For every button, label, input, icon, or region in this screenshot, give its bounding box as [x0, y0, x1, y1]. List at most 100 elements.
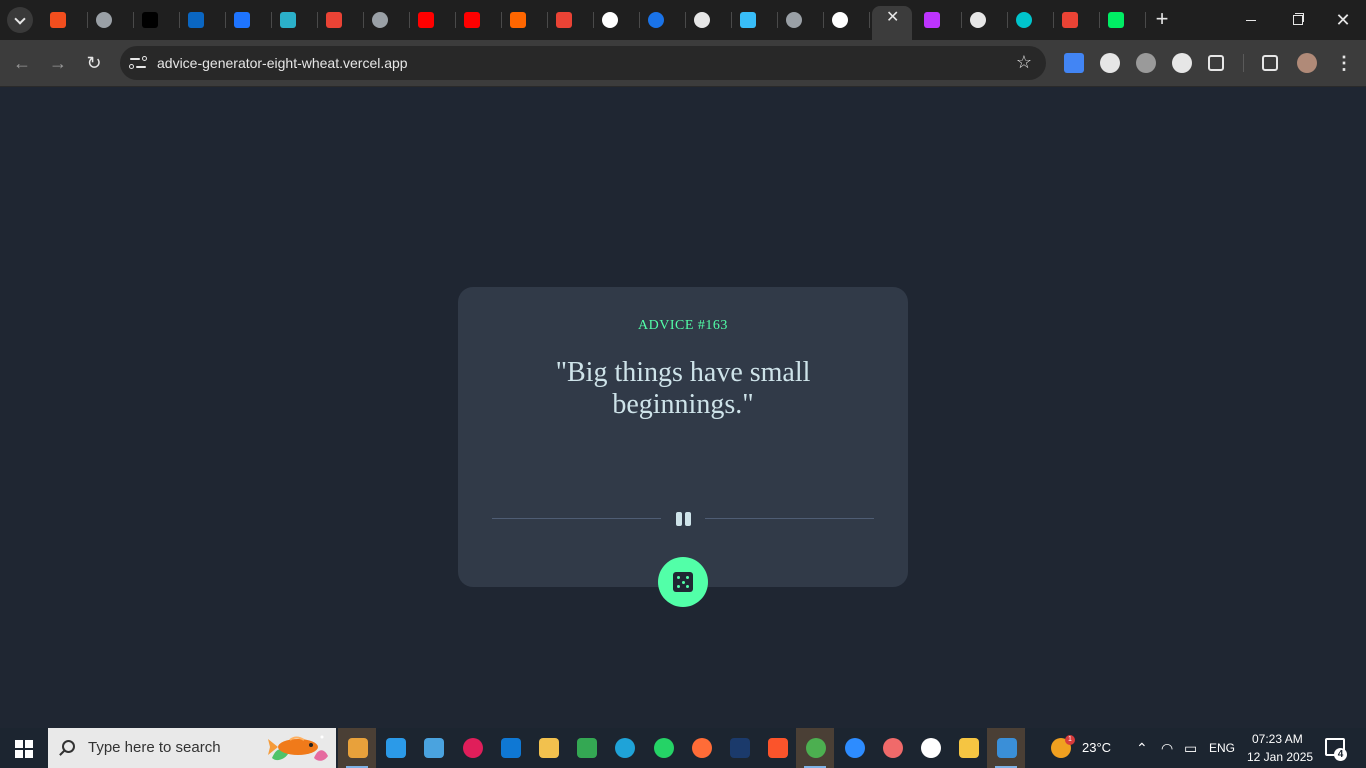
advice-card: ADVICE #163 "Big things have small begin… — [458, 287, 908, 607]
wifi-icon[interactable]: ◠ — [1161, 740, 1173, 756]
tab-close-icon[interactable]: ✕ — [886, 10, 899, 26]
new-tab-button[interactable]: + — [1152, 8, 1172, 32]
taskbar-app[interactable] — [835, 728, 873, 768]
gmail-icon — [326, 12, 342, 28]
taskbar-app[interactable] — [873, 728, 911, 768]
restore-button[interactable] — [1274, 8, 1320, 32]
tailwind-icon — [740, 12, 756, 28]
browser-tab[interactable] — [824, 8, 870, 32]
download-icon[interactable] — [1262, 55, 1278, 71]
ghost-icon[interactable] — [1100, 53, 1120, 73]
browser-tab[interactable] — [42, 8, 88, 32]
hub-icon — [921, 738, 941, 758]
taskbar-app[interactable] — [682, 728, 720, 768]
language-indicator[interactable]: ENG — [1209, 741, 1235, 755]
browser-tab[interactable] — [1008, 8, 1054, 32]
browser-tab[interactable] — [732, 8, 778, 32]
taskbar-app[interactable] — [491, 728, 529, 768]
taskbar-search[interactable]: Type here to search — [48, 728, 336, 768]
browser-menu-icon[interactable]: ⋮ — [1334, 51, 1354, 75]
minimize-button[interactable] — [1228, 8, 1274, 32]
browser-tab[interactable] — [962, 8, 1008, 32]
browser-tab[interactable] — [456, 8, 502, 32]
vitest-icon — [280, 12, 296, 28]
vite-icon — [924, 12, 940, 28]
site-info-icon[interactable] — [128, 53, 148, 73]
google-docs-icon[interactable] — [1064, 53, 1084, 73]
taskbar-app[interactable] — [338, 728, 376, 768]
browser-tab[interactable] — [272, 8, 318, 32]
browser-tab[interactable] — [686, 8, 732, 32]
browser-tab[interactable] — [1054, 8, 1100, 32]
upwork-icon — [142, 12, 158, 28]
browser-tab[interactable] — [226, 8, 272, 32]
openai-icon — [694, 12, 710, 28]
browser-tab[interactable] — [502, 8, 548, 32]
taskbar-app[interactable] — [376, 728, 414, 768]
browser-tab[interactable] — [88, 8, 134, 32]
linkedin-icon — [188, 12, 204, 28]
notification-count: 4 — [1334, 748, 1347, 761]
chevron-up-icon[interactable]: ⌃ — [1136, 740, 1148, 756]
taskbar-app[interactable] — [911, 728, 949, 768]
brave-icon — [768, 738, 789, 758]
taskbar-app[interactable] — [796, 728, 835, 768]
git-icon — [539, 738, 559, 758]
browser-tab[interactable] — [410, 8, 456, 32]
taskbar-app[interactable] — [949, 728, 987, 768]
taskbar-app[interactable] — [758, 728, 796, 768]
browser-tab[interactable] — [594, 8, 640, 32]
toolbar-divider — [1243, 54, 1244, 72]
browser-tab[interactable] — [640, 8, 686, 32]
globe-icon — [970, 12, 986, 28]
browser-tab[interactable] — [548, 8, 594, 32]
outlook-icon — [500, 738, 521, 758]
youtube-icon — [418, 12, 434, 28]
ink-icon[interactable] — [1136, 53, 1156, 73]
globe-icon — [96, 12, 112, 28]
battery-icon[interactable]: ▭ — [1184, 740, 1197, 756]
profile-avatar[interactable] — [1297, 53, 1317, 73]
browser-tab[interactable] — [364, 8, 410, 32]
taskbar-app[interactable] — [720, 728, 758, 768]
taskbar-app[interactable] — [605, 728, 643, 768]
start-button[interactable] — [0, 728, 48, 768]
asana-icon — [882, 738, 903, 758]
info-icon — [602, 12, 618, 28]
weather-temperature[interactable]: 23°C — [1082, 741, 1111, 755]
browser-tab[interactable] — [1100, 8, 1146, 32]
browser-tab-strip: ✕ + ✕ — [0, 0, 1366, 40]
puzzle-icon[interactable] — [1208, 55, 1224, 71]
grammarly-icon[interactable] — [1172, 53, 1192, 73]
taskbar-app[interactable] — [567, 728, 605, 768]
browser-tab[interactable] — [318, 8, 364, 32]
bookmark-star-icon[interactable]: ☆ — [1016, 52, 1032, 72]
browser-tab[interactable] — [134, 8, 180, 32]
advice-quote: "Big things have small beginnings." — [555, 357, 811, 420]
clock-date[interactable]: 12 Jan 2025 — [1247, 750, 1313, 764]
address-bar[interactable]: advice-generator-eight-wheat.vercel.app … — [120, 46, 1046, 80]
globe-icon — [786, 12, 802, 28]
browser-tab[interactable] — [778, 8, 824, 32]
back-button[interactable]: ← — [9, 50, 35, 76]
copilot-icon — [348, 738, 368, 758]
close-window-button[interactable]: ✕ — [1320, 8, 1366, 32]
taskbar-app[interactable] — [987, 728, 1026, 768]
tab-active[interactable]: ✕ — [872, 6, 912, 40]
zoom-icon — [844, 738, 865, 758]
taskbar-app[interactable] — [529, 728, 567, 768]
taskbar-app[interactable] — [414, 728, 452, 768]
clock-time[interactable]: 07:23 AM — [1252, 732, 1303, 746]
generate-advice-button[interactable] — [658, 557, 708, 607]
taskbar-app[interactable] — [644, 728, 682, 768]
loop-icon — [648, 12, 664, 28]
browser-toolbar: ← → ↻ advice-generator-eight-wheat.verce… — [0, 40, 1366, 87]
reload-button[interactable]: ↻ — [81, 50, 107, 76]
windows-taskbar: Type here to search 1 23°C ⌃ ◠ ▭ ENG 07:… — [0, 728, 1366, 768]
browser-tab[interactable] — [916, 8, 962, 32]
tab-search-button[interactable] — [7, 7, 33, 33]
browser-tab[interactable] — [180, 8, 226, 32]
forward-button[interactable]: → — [45, 50, 71, 76]
taskbar-app[interactable] — [453, 728, 491, 768]
url-text: advice-generator-eight-wheat.vercel.app — [157, 55, 408, 71]
